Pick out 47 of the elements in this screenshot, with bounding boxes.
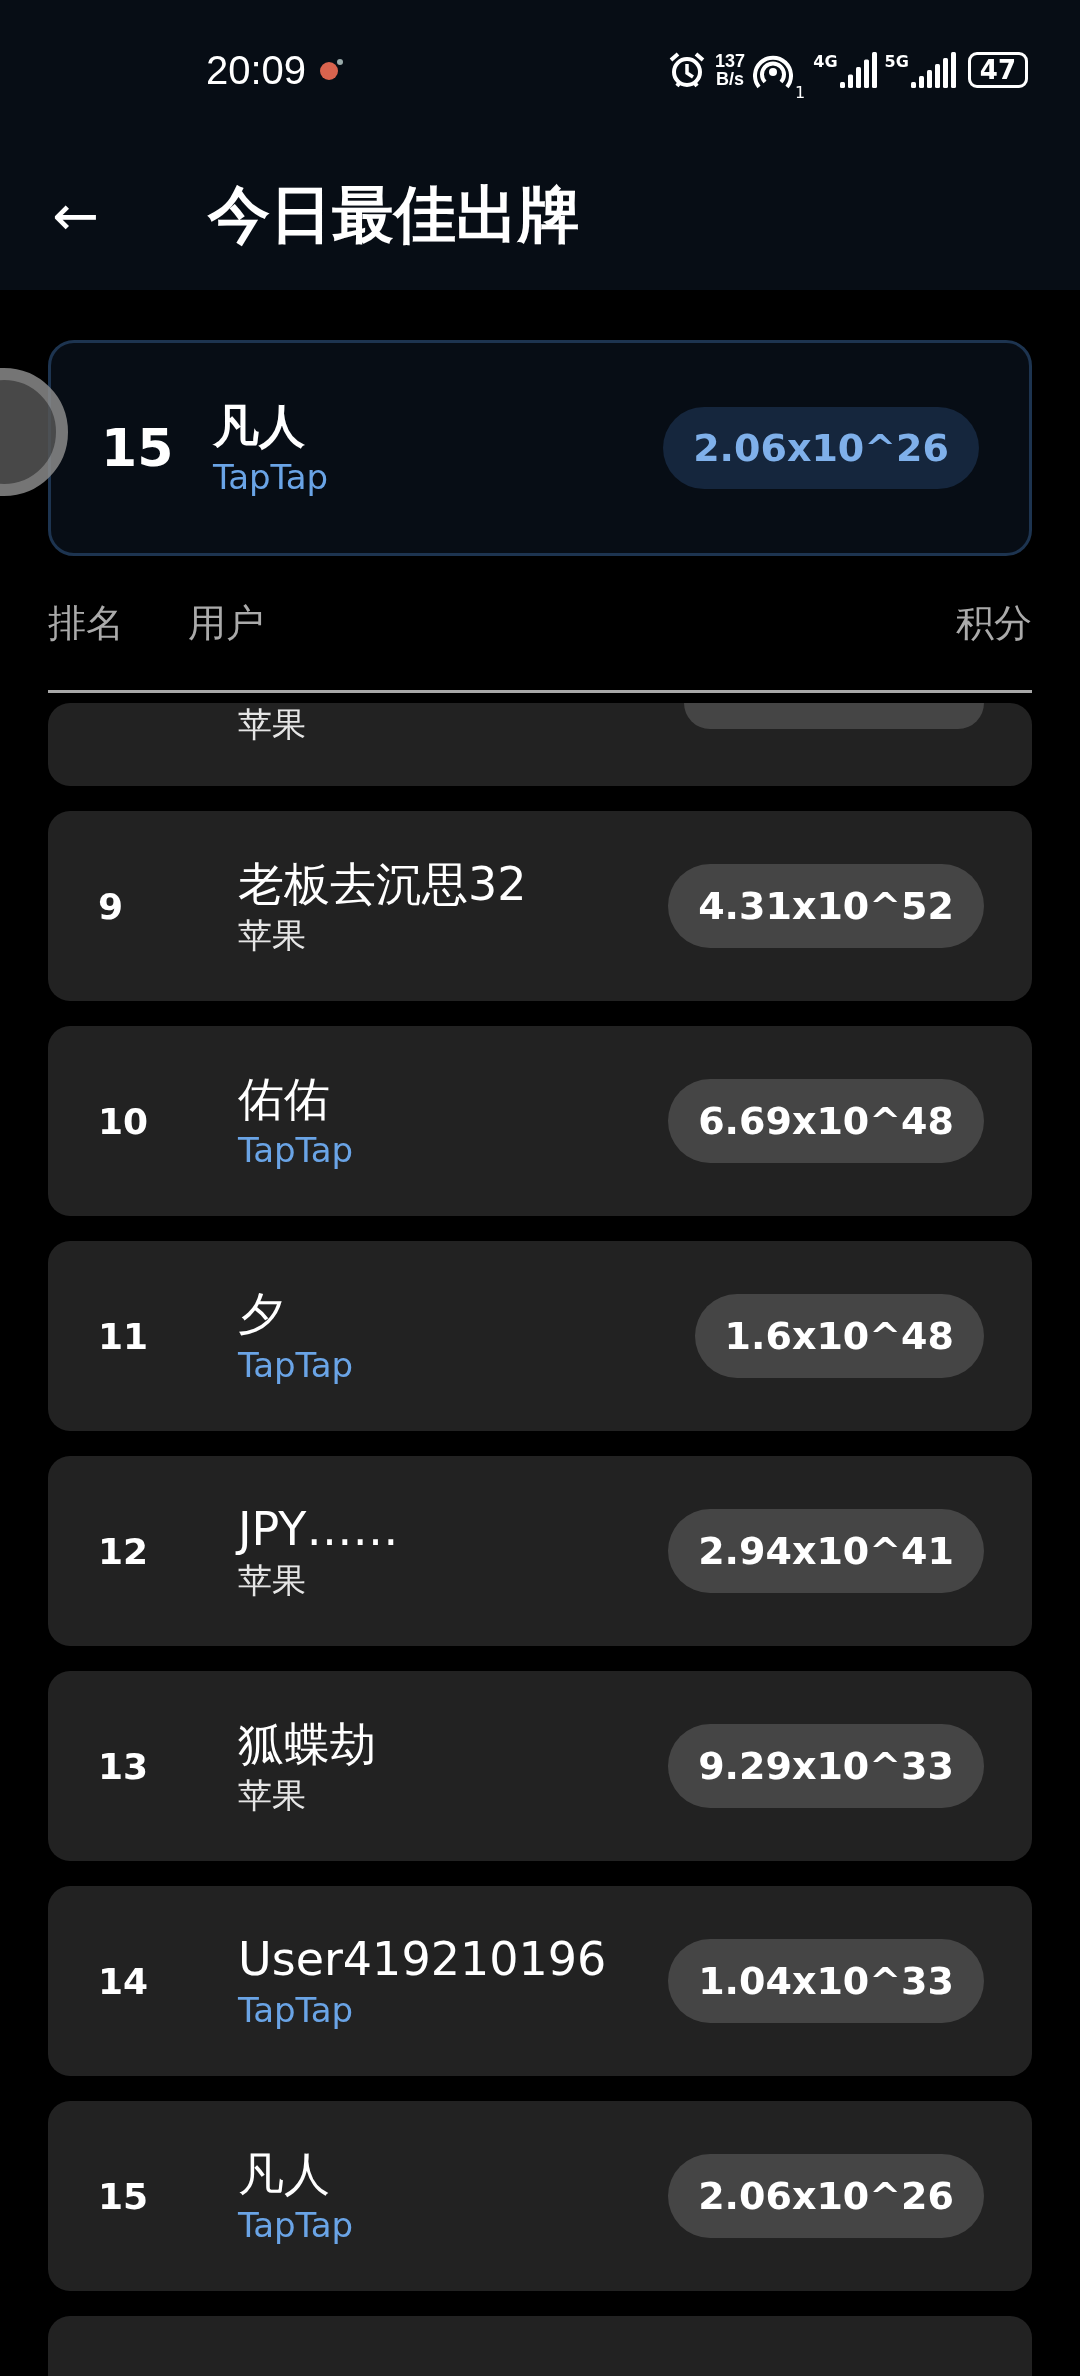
user-name: 狐蝶劫 [238,1716,377,1772]
clock-time: 20:09 [206,47,307,93]
rank-number: 10 [98,1100,150,1142]
rank-number: 11 [98,1315,150,1357]
notification-icon [318,57,345,83]
speed-unit: B/s [716,70,745,88]
network-type: 4G [813,52,838,71]
user-name: User419210196 [238,1931,608,1987]
platform-label: 苹果 [238,703,307,745]
rank-number: 12 [98,1530,150,1572]
platform-label: 苹果 [238,1559,307,1601]
hotspot-count: 1 [795,82,806,102]
score-pill: 4.31x10^52 [668,864,984,948]
platform-label: TapTap [213,456,330,498]
rank-number: 9 [98,885,125,927]
user-name: 凡人 [213,398,306,454]
rank-number: 14 [98,1960,150,2002]
user-name: 老板去沉思32 [238,856,528,912]
score-pill: 6.69x10^48 [668,1079,984,1163]
speed-value: 137 [715,52,746,70]
rank-number: 15 [101,418,175,478]
platform-label: TapTap [238,1129,355,1171]
platform-label: 苹果 [238,1774,307,1816]
user-name: 夕 [238,1286,285,1342]
platform-label: 苹果 [238,914,307,956]
rank-number: 15 [98,2175,150,2217]
signal-icon [910,52,956,88]
back-button[interactable]: ← [52,182,140,248]
user-name: 佑佑 [238,1071,331,1127]
platform-label: TapTap [238,1344,355,1386]
platform-label: TapTap [238,1989,355,2031]
platform-label: TapTap [238,2204,355,2246]
page-title: 今日最佳出牌 [208,177,580,253]
score-pill: 2.06x10^26 [668,2154,984,2238]
score-pill: 1.04x10^33 [668,1939,984,2023]
column-header: 用户 [188,599,265,647]
user-name: 凡人 [238,2146,331,2202]
column-header: 排名 [48,599,125,647]
network-type: 5G [884,52,909,71]
signal-icon [839,52,877,88]
column-header: 积分 [956,599,1032,647]
score-pill: 2.94x10^41 [668,1509,984,1593]
rank-number: 13 [98,1745,150,1787]
score-pill: 2.06x10^26 [663,407,979,489]
score-pill: 1.6x10^48 [694,1294,984,1378]
score-pill: 9.29x10^33 [668,1724,984,1808]
battery-indicator: 47 [967,52,1028,88]
